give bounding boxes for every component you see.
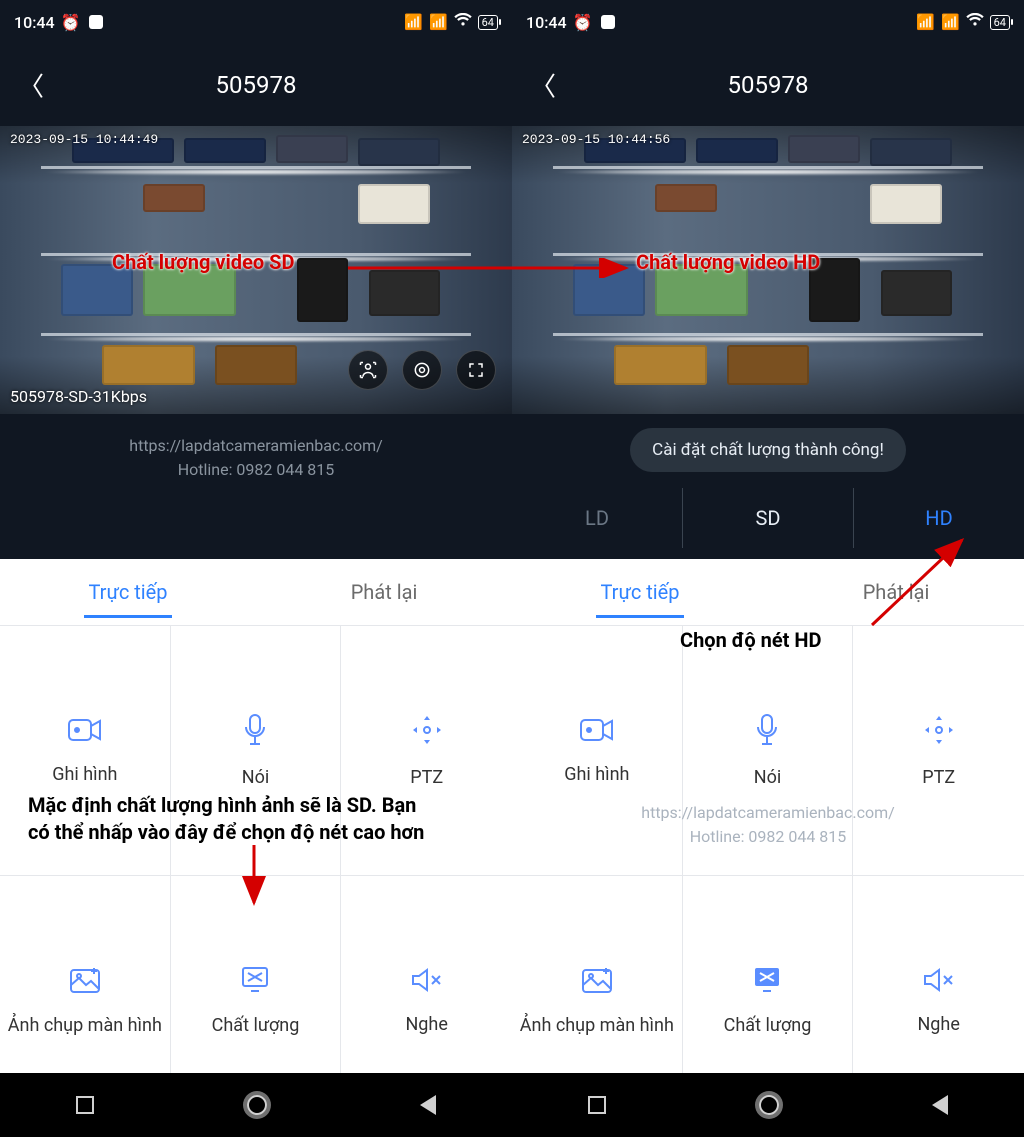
status-time: 10:44 [14, 13, 55, 32]
snapshot-icon[interactable] [402, 350, 442, 390]
screenshot-icon [68, 965, 102, 995]
mic-icon [242, 713, 268, 747]
status-bar: 10:44 ⏰ 📶 📶 64 [512, 0, 1024, 44]
tool-panel: Trực tiếp Phát lại Ghi hình Nói PTZ [512, 559, 1024, 1073]
tab-live[interactable]: Trực tiếp [512, 559, 768, 625]
status-placeholder-icon [601, 15, 615, 29]
back-button[interactable]: 〈 [18, 67, 44, 104]
nav-back-icon[interactable] [420, 1095, 436, 1115]
screenshot-icon [580, 965, 614, 995]
video-view-hd[interactable]: 2023-09-15 10:44:56 [512, 126, 1024, 414]
tab-playback[interactable]: Phát lại [768, 559, 1024, 625]
video-timestamp: 2023-09-15 10:44:56 [522, 132, 670, 147]
watermark: https://lapdatcameramienbac.com/ Hotline… [512, 801, 1024, 849]
signal-icon: 📶 [941, 13, 960, 31]
status-bar: 10:44 ⏰ 📶 📶 64 [0, 0, 512, 44]
record-icon [67, 716, 103, 744]
signal-icon: 📶 [916, 13, 935, 31]
nav-back-icon[interactable] [932, 1095, 948, 1115]
video-stream-info: 505978-SD-31Kbps [10, 387, 147, 406]
screenshot-right: 10:44 ⏰ 📶 📶 64 〈 505978 2023-09-15 10:44… [512, 0, 1024, 1137]
battery-icon: 64 [990, 15, 1010, 30]
fullscreen-icon[interactable] [456, 350, 496, 390]
battery-icon: 64 [478, 15, 498, 30]
video-timestamp: 2023-09-15 10:44:49 [10, 132, 158, 147]
toast-success: Cài đặt chất lượng thành công! [630, 428, 906, 472]
nav-home-icon[interactable] [247, 1095, 267, 1115]
quality-ld[interactable]: LD [512, 488, 683, 548]
status-placeholder-icon [89, 15, 103, 29]
title-bar: 〈 505978 [0, 44, 512, 126]
signal-icon: 📶 [429, 13, 448, 31]
tool-talk[interactable]: Nói [171, 626, 342, 876]
tab-live[interactable]: Trực tiếp [0, 559, 256, 625]
alarm-icon: ⏰ [61, 13, 81, 32]
android-navbar [0, 1073, 512, 1137]
wifi-icon [966, 13, 984, 31]
quality-icon-active [750, 965, 784, 995]
tool-record[interactable]: Ghi hình [0, 626, 171, 876]
tool-panel: Trực tiếp Phát lại Ghi hình Nói PTZ [0, 559, 512, 1073]
person-detect-icon[interactable] [348, 350, 388, 390]
watermark: https://lapdatcameramienbac.com/ Hotline… [0, 414, 512, 504]
status-time: 10:44 [526, 13, 567, 32]
android-navbar [512, 1073, 1024, 1137]
back-button[interactable]: 〈 [530, 67, 556, 104]
ptz-icon [922, 713, 956, 747]
tab-playback[interactable]: Phát lại [256, 559, 512, 625]
quality-icon [238, 965, 272, 995]
quality-selector: LD SD HD [512, 488, 1024, 548]
nav-home-icon[interactable] [759, 1095, 779, 1115]
tool-ptz[interactable]: PTZ [341, 626, 512, 876]
alarm-icon: ⏰ [573, 13, 593, 32]
wifi-icon [454, 13, 472, 31]
page-title: 505978 [216, 71, 297, 99]
page-title: 505978 [728, 71, 809, 99]
quality-hd[interactable]: HD [854, 488, 1024, 548]
mute-icon [922, 966, 956, 994]
quality-sd[interactable]: SD [683, 488, 854, 548]
mic-icon [754, 713, 780, 747]
nav-recents-icon[interactable] [76, 1096, 94, 1114]
screenshot-left: 10:44 ⏰ 📶 📶 64 〈 505978 2023-09-15 10:44… [0, 0, 512, 1137]
record-icon [579, 716, 615, 744]
ptz-icon [410, 713, 444, 747]
video-view-sd[interactable]: 2023-09-15 10:44:49 505978-SD-31Kbps [0, 126, 512, 414]
nav-recents-icon[interactable] [588, 1096, 606, 1114]
signal-icon: 📶 [404, 13, 423, 31]
mute-icon [410, 966, 444, 994]
title-bar: 〈 505978 [512, 44, 1024, 126]
